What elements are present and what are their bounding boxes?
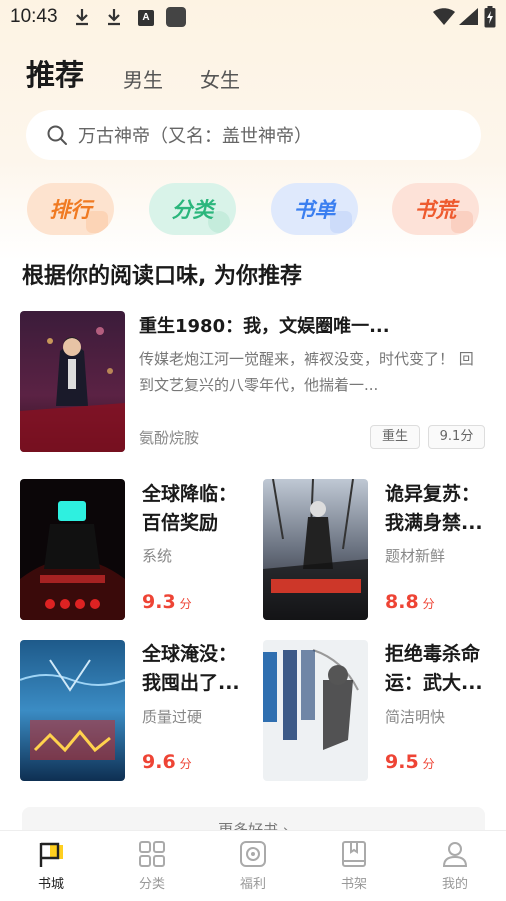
book-cover-art: [263, 479, 368, 620]
category-label: 分类: [171, 198, 214, 222]
score-unit: 分: [179, 757, 192, 771]
battery-icon: [484, 6, 496, 28]
search-placeholder: 万古神帝（又名：盖世神帝）: [78, 126, 312, 147]
featured-book-author: 氨酚烷胺: [139, 429, 200, 447]
nav-label: 分类: [138, 877, 165, 892]
book-score-2: 8.8 分: [385, 591, 435, 613]
book-cover-art: [20, 311, 125, 452]
nav-bookstore[interactable]: 书城: [11, 839, 91, 892]
booklist-label: 书单: [293, 198, 336, 222]
nav-bookshelf[interactable]: 书架: [314, 839, 394, 892]
book-title-4[interactable]: 拒绝毒杀命运：武大...: [385, 640, 493, 698]
tab-recommend[interactable]: 推荐: [26, 52, 84, 94]
status-bar: 10:43 A: [0, 0, 506, 36]
tab-male[interactable]: 男生: [123, 64, 163, 93]
score-value: 9.5: [385, 751, 419, 773]
section-title: 根据你的阅读口味, 为你推荐: [22, 264, 303, 289]
book-cover-art: [263, 640, 368, 781]
book-title-3[interactable]: 全球淹没：我囤出了...: [142, 640, 250, 698]
booklist-button[interactable]: 书单: [271, 183, 358, 235]
nav-profile[interactable]: 我的: [415, 839, 495, 892]
score-value: 9.3: [142, 591, 176, 613]
book-title-2[interactable]: 诡异复苏：我满身禁...: [385, 480, 493, 538]
book-shortage-label: 书荒: [414, 198, 457, 222]
book-cover-art: [20, 640, 125, 781]
score-unit: 分: [422, 757, 435, 771]
book-score-3: 9.6 分: [142, 751, 192, 773]
book-cover-4[interactable]: [263, 640, 368, 781]
score-value: 8.8: [385, 591, 419, 613]
category-button[interactable]: 分类: [149, 183, 236, 235]
book-title-1[interactable]: 全球降临：百倍奖励: [142, 480, 250, 538]
tab-female[interactable]: 女生: [200, 64, 240, 93]
ranking-button[interactable]: 排行: [27, 183, 114, 235]
wifi-icon: [433, 8, 455, 25]
app-notification-icon: [166, 7, 186, 27]
nav-label: 福利: [239, 877, 266, 892]
search-input[interactable]: 万古神帝（又名：盖世神帝）: [26, 110, 481, 160]
book-score-4: 9.5 分: [385, 751, 435, 773]
book-cover-art: [20, 479, 125, 620]
signal-icon: [459, 8, 478, 25]
score-unit: 分: [422, 597, 435, 611]
book-subtitle-1: 系统: [142, 547, 173, 565]
app-notification-icon: A: [138, 10, 154, 26]
nav-label: 书城: [37, 877, 64, 892]
book-subtitle-3: 质量过硬: [142, 708, 203, 726]
book-cover-3[interactable]: [20, 640, 125, 781]
book-shortage-button[interactable]: 书荒: [392, 183, 479, 235]
ranking-label: 排行: [49, 198, 92, 222]
score-value: 9.6: [142, 751, 176, 773]
featured-book-cover[interactable]: [20, 311, 125, 452]
book-cover-1[interactable]: [20, 479, 125, 620]
download-icon: [76, 9, 88, 26]
bottom-nav: 书城 分类 福利 书架 我的: [0, 830, 506, 901]
profile-icon: [442, 842, 468, 867]
bookstore-flag-icon: [39, 842, 63, 867]
search-icon: [47, 125, 67, 145]
book-cover-2[interactable]: [263, 479, 368, 620]
status-time: 10:43: [10, 6, 58, 27]
featured-book-description: 传媒老炮江河一觉醒来，裤衩没变，时代变了！ 回到文艺复兴的八零年代，他揣着一..…: [139, 350, 474, 394]
score-tag: 9.1分: [428, 425, 485, 449]
nav-label: 我的: [441, 877, 468, 892]
nav-label: 书架: [340, 877, 367, 892]
score-unit: 分: [179, 597, 192, 611]
bookshelf-icon: [342, 841, 366, 867]
download-icon: [108, 9, 120, 26]
featured-book-title[interactable]: 重生1980：我，文娱圈唯一...: [139, 312, 484, 338]
book-subtitle-4: 简洁明快: [385, 708, 446, 726]
genre-tag: 重生: [370, 425, 420, 449]
book-subtitle-2: 题材新鲜: [385, 547, 446, 565]
grid-icon: [139, 841, 165, 867]
nav-welfare[interactable]: 福利: [213, 839, 293, 892]
nav-category[interactable]: 分类: [112, 839, 192, 892]
welfare-icon: [240, 841, 266, 867]
book-score-1: 9.3 分: [142, 591, 192, 613]
